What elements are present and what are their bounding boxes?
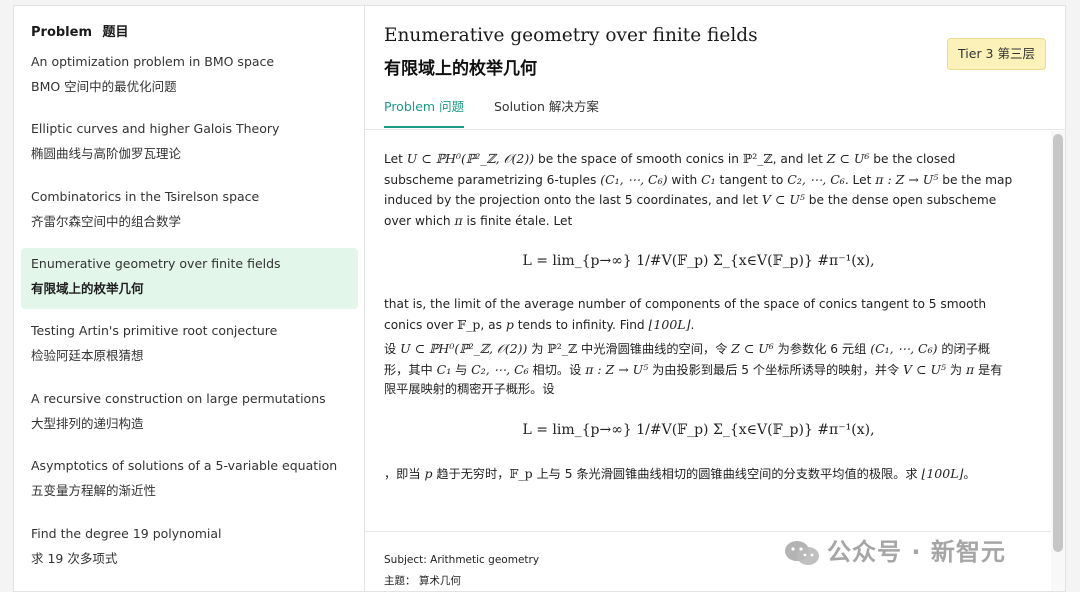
item-title-zh: BMO 空间中的最优化问题: [31, 79, 177, 94]
item-title-en: Asymptotics of solutions of a 5-variable…: [31, 458, 338, 473]
problem-item-elliptic[interactable]: Elliptic curves and higher Galois Theory…: [21, 113, 358, 174]
topic-value: 算术几何: [418, 575, 461, 587]
problem-item-asymptotics[interactable]: Asymptotics of solutions of a 5-variable…: [21, 450, 358, 511]
item-title-zh: 椭圆曲线与高阶伽罗瓦理论: [31, 146, 182, 161]
item-title-zh: 五变量方程解的渐近性: [31, 483, 157, 498]
problem-detail-panel: Enumerative geometry over finite fields …: [365, 5, 1066, 592]
problem-item-artin[interactable]: Testing Artin's primitive root conjectur…: [21, 315, 358, 376]
content-scrollbar-thumb[interactable]: [1053, 134, 1063, 552]
topic-row: 主题： 算术几何: [384, 573, 1032, 588]
watermark: 公众号 · 新智元: [783, 532, 1006, 567]
sidebar-title-zh: 题目: [102, 25, 129, 40]
problem-item-bmo[interactable]: An optimization problem in BMO space BMO…: [21, 46, 358, 107]
statement-zh-paragraph-1: 设 U ⊂ ℙH⁰(ℙ²_ℤ, 𝒪(2)) 为 ℙ²_ℤ 中光滑圆锥曲线的空间，…: [384, 341, 1003, 396]
wechat-icon: [785, 541, 819, 565]
sidebar-title-en: Problem: [31, 25, 92, 40]
item-title-en: Find the degree 19 polynomial: [31, 526, 222, 541]
item-title-en: Elliptic curves and higher Galois Theory: [31, 121, 280, 136]
item-title-zh: 齐雷尔森空间中的组合数学: [31, 214, 182, 229]
problem-header: Enumerative geometry over finite fields …: [365, 6, 1065, 130]
item-title-zh: 大型排列的递归构造: [31, 416, 144, 431]
limit-equation-en: L = lim_{p→∞} 1/#V(𝔽_p) Σ_{x∈V(𝔽_p)} #π⁻…: [522, 253, 875, 269]
problem-statement: Let U ⊂ ℙH⁰(ℙ²_ℤ, 𝒪(2)) be the space of …: [365, 131, 1051, 531]
item-title-en: An optimization problem in BMO space: [31, 54, 275, 69]
statement-en-paragraph-2: that is, the limit of the average number…: [384, 297, 987, 332]
item-title-en: Enumerative geometry over finite fields: [31, 256, 281, 271]
sidebar-title: Problem 题目: [31, 21, 135, 40]
limit-equation-zh: L = lim_{p→∞} 1/#V(𝔽_p) Σ_{x∈V(𝔽_p)} #π⁻…: [522, 421, 875, 438]
problem-item-polynomial[interactable]: Find the degree 19 polynomial 求 19 次多项式: [21, 518, 358, 579]
item-title-en: A recursive construction on large permut…: [31, 391, 326, 406]
subject-label: Subject:: [384, 554, 427, 566]
item-title-zh: 求 19 次多项式: [31, 551, 118, 566]
subject-value: Arithmetic geometry: [430, 554, 540, 566]
problem-sidebar: Problem 题目 An optimization problem in BM…: [13, 5, 365, 592]
item-title-zh: 有限域上的枚举几何: [31, 281, 144, 296]
tab-problem[interactable]: Problem 问题: [384, 96, 465, 128]
problem-title-zh: 有限域上的枚举几何: [384, 59, 537, 79]
statement-zh-paragraph-2: ，即当 p 趋于无穷时，𝔽_p 上与 5 条光滑圆锥曲线相切的圆锥曲线空间的分支…: [384, 465, 976, 481]
tab-solution[interactable]: Solution 解决方案: [494, 96, 599, 126]
problem-item-permutations[interactable]: A recursive construction on large permut…: [21, 383, 358, 444]
item-title-en: Combinatorics in the Tsirelson space: [31, 189, 260, 204]
topic-label: 主题：: [384, 575, 416, 587]
watermark-text: 公众号 · 新智元: [827, 538, 1006, 566]
item-title-zh: 检验阿廷本原根猜想: [31, 348, 144, 363]
problem-item-enumerative[interactable]: Enumerative geometry over finite fields …: [21, 248, 358, 309]
item-title-en: Testing Artin's primitive root conjectur…: [31, 323, 278, 338]
problem-item-tsirelson[interactable]: Combinatorics in the Tsirelson space 齐雷尔…: [21, 181, 358, 242]
tier-badge: Tier 3 第三层: [947, 38, 1046, 70]
problem-title-en: Enumerative geometry over finite fields: [384, 25, 758, 46]
statement-en-paragraph-1: Let U ⊂ ℙH⁰(ℙ²_ℤ, 𝒪(2)) be the space of …: [384, 151, 1013, 228]
